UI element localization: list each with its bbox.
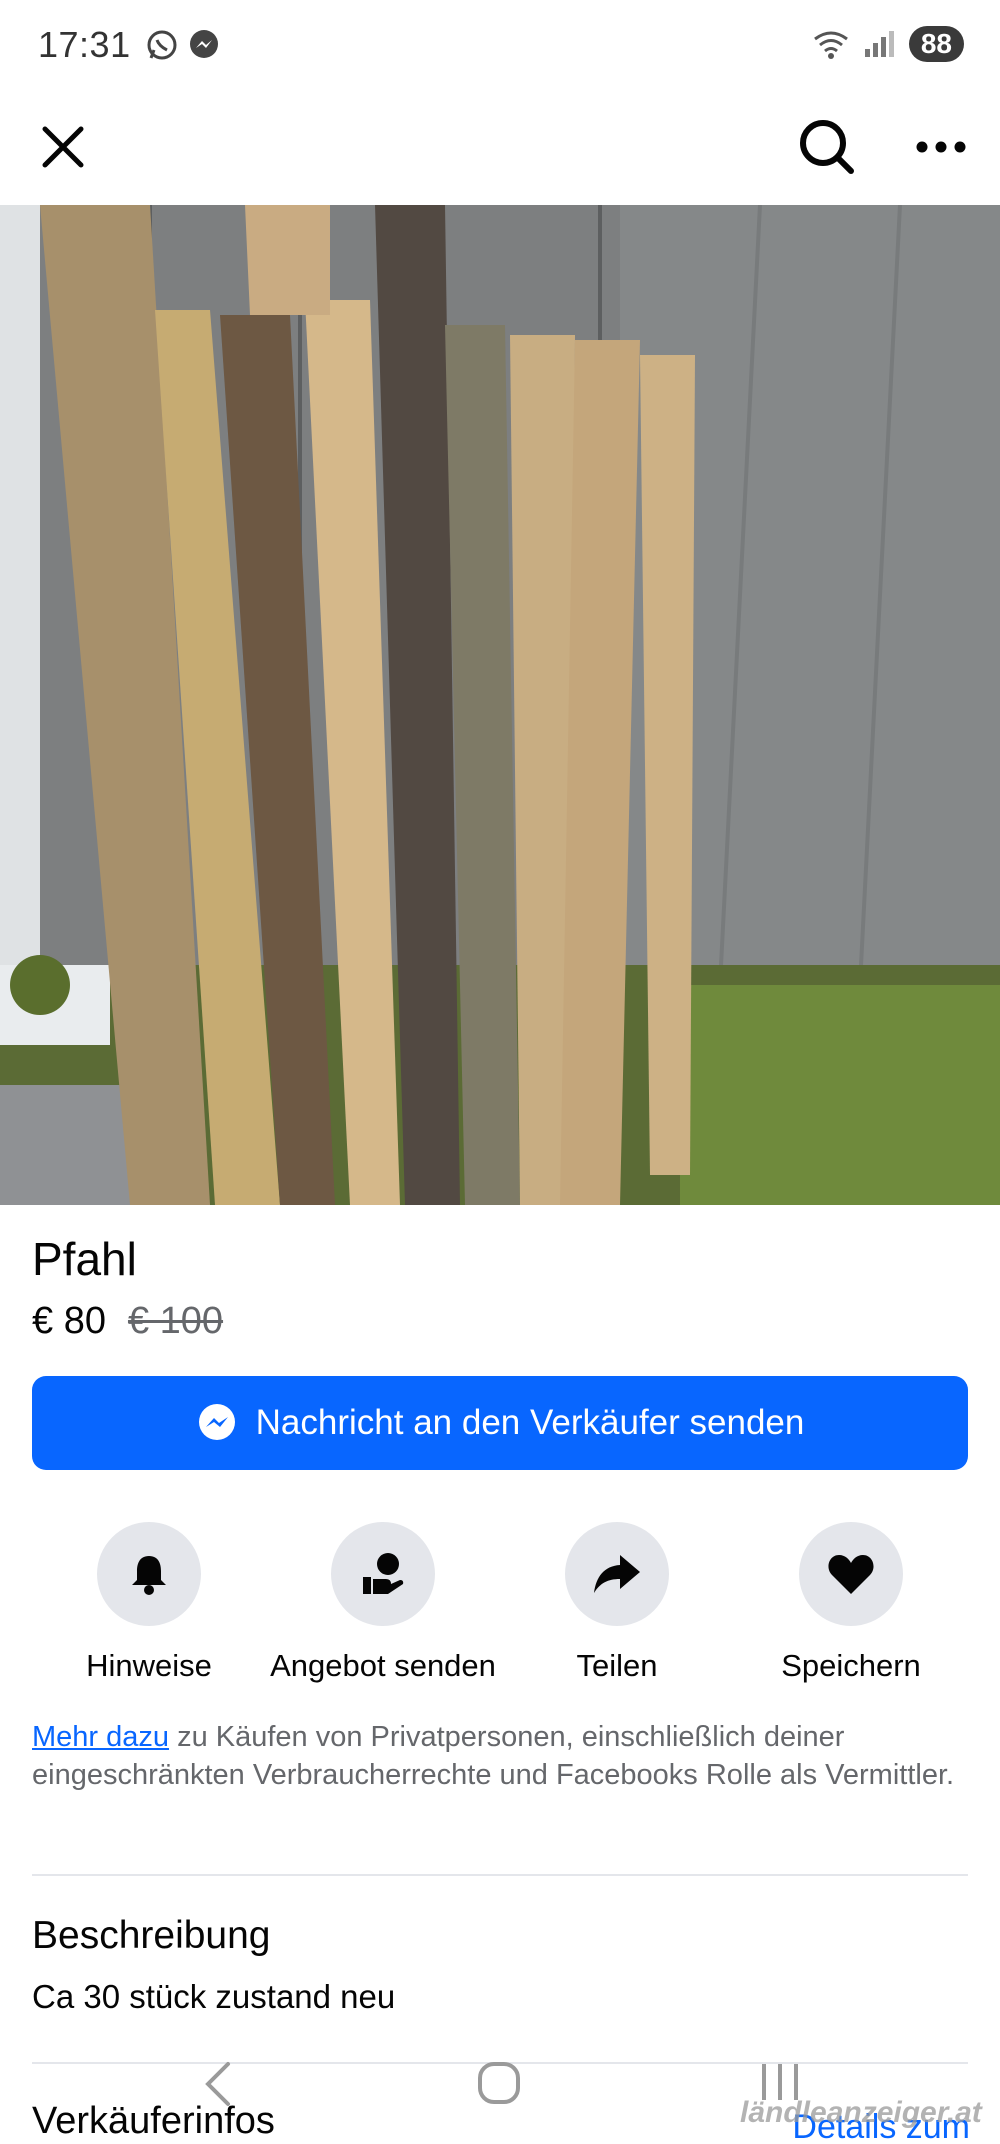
divider — [32, 1874, 968, 1876]
message-seller-button[interactable]: Nachricht an den Verkäufer senden — [32, 1376, 968, 1470]
save-label: Speichern — [781, 1648, 921, 1683]
system-home-button[interactable] — [476, 2060, 522, 2111]
system-back-button[interactable] — [200, 2060, 236, 2113]
search-button[interactable] — [792, 112, 862, 182]
alerts-label: Hinweise — [86, 1648, 212, 1683]
send-offer-button[interactable]: Angebot senden — [266, 1522, 500, 1684]
send-offer-label: Angebot senden — [270, 1648, 496, 1683]
share-button[interactable]: Teilen — [500, 1522, 734, 1684]
learn-more-link[interactable]: Mehr dazu — [32, 1721, 169, 1753]
whatsapp-icon — [147, 30, 177, 60]
alerts-circle — [97, 1522, 201, 1626]
bell-icon — [132, 1556, 166, 1595]
messenger-icon — [198, 1404, 235, 1440]
listing-price: € 80 — [32, 1300, 106, 1342]
wifi-icon — [813, 31, 848, 59]
close-icon — [42, 126, 84, 168]
send-offer-circle — [331, 1522, 435, 1626]
back-icon — [205, 2062, 230, 2106]
search-icon — [800, 120, 854, 174]
save-button[interactable]: Speichern — [734, 1522, 968, 1684]
listing-photo[interactable] — [0, 205, 1000, 1205]
battery-indicator: 88 — [908, 26, 964, 62]
top-nav — [0, 90, 1000, 205]
description-title: Beschreibung — [32, 1914, 271, 1957]
status-right: 88 — [811, 26, 964, 62]
signal-icon — [864, 31, 894, 57]
alerts-button[interactable]: Hinweise — [32, 1522, 266, 1684]
listing-title: Pfahl — [32, 1233, 137, 1285]
price-row: € 80 € 100 — [32, 1300, 223, 1343]
message-seller-label: Nachricht an den Verkäufer senden — [255, 1403, 805, 1442]
original-price: € 100 — [127, 1300, 224, 1342]
share-circle — [565, 1522, 669, 1626]
disclaimer-text: zu Käufen von Privatpersonen, einschließ… — [32, 1721, 955, 1791]
status-app-icons — [145, 28, 221, 62]
offer-icon — [363, 1553, 404, 1594]
status-time: 17:31 — [38, 24, 131, 65]
status-bar: 17:31 88 — [0, 0, 1000, 90]
buyer-disclaimer: Mehr dazu zu Käufen von Privatpersonen, … — [32, 1718, 962, 1794]
heart-icon — [828, 1555, 874, 1594]
messenger-icon — [189, 30, 218, 58]
more-icon — [916, 141, 966, 153]
home-icon — [478, 2062, 520, 2104]
share-label: Teilen — [576, 1648, 658, 1683]
more-button[interactable] — [906, 112, 976, 182]
watermark: ländleanzeiger.at — [740, 2096, 982, 2129]
close-button[interactable] — [28, 112, 98, 182]
save-circle — [799, 1522, 903, 1626]
description-text: Ca 30 stück zustand neu — [32, 1978, 396, 2015]
action-row: Hinweise Angebot senden Teilen Speichern — [32, 1522, 968, 1684]
share-icon — [594, 1555, 640, 1593]
listing-image — [0, 205, 1000, 1205]
